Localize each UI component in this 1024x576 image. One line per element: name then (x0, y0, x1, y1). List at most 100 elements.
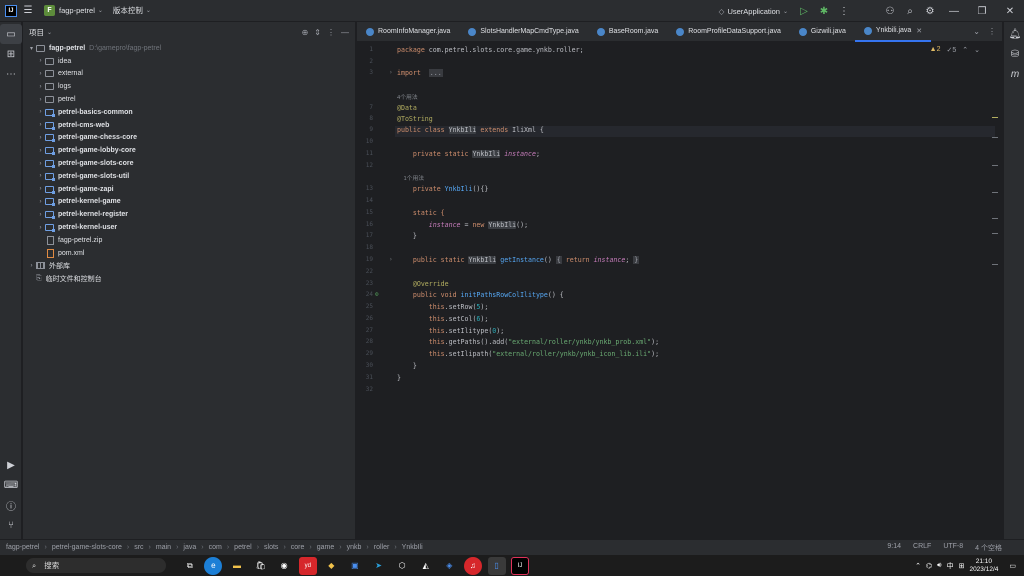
tree-item[interactable]: › idea (23, 55, 355, 68)
line-number[interactable]: 1 (357, 46, 373, 53)
netease-music-icon[interactable]: ♫ (463, 556, 482, 575)
breadcrumb-item[interactable]: petrel-game-slots-core (52, 544, 122, 551)
line-number[interactable]: 32 (357, 386, 373, 393)
line-number[interactable]: 2 (357, 58, 373, 65)
tree-item[interactable]: › logs (23, 80, 355, 93)
line-number[interactable]: 10 (357, 138, 373, 145)
language-indicator[interactable]: 中 (947, 561, 954, 571)
telegram-icon[interactable]: ➤ (370, 557, 388, 575)
more-tabs-icon[interactable]: ⋮ (988, 27, 996, 36)
breadcrumb-item[interactable]: com (209, 544, 222, 551)
network-icon[interactable]: ⌬ (926, 562, 932, 570)
editor-tab[interactable]: RoomProfileDataSupport.java (667, 22, 790, 42)
chevron-right-icon[interactable]: › (36, 135, 45, 141)
problems-icon[interactable]: ⓘ (0, 495, 22, 515)
chevron-down-icon[interactable]: ⌄ (973, 27, 980, 36)
tree-item[interactable]: › petrel-kernel-register (23, 208, 355, 221)
chevron-right-icon[interactable]: › (36, 109, 45, 115)
debug-icon[interactable]: ✱ (814, 0, 834, 22)
breadcrumb-item[interactable]: game (317, 544, 335, 551)
line-number[interactable]: 12 (357, 162, 373, 169)
line-number[interactable]: 9 (357, 126, 373, 133)
tree-item[interactable]: › external (23, 68, 355, 81)
task-view-icon[interactable]: ⧉ (181, 557, 199, 575)
breadcrumb-item[interactable]: petrel (234, 544, 252, 551)
fold-toggle-icon[interactable]: › (389, 69, 393, 76)
taskbar-search[interactable]: ⌕ 搜索 (26, 558, 166, 573)
tree-scratches[interactable]: ⎘ 临时文件和控制台 (23, 272, 355, 285)
line-number[interactable]: 3 (357, 69, 373, 76)
volume-icon[interactable]: 🔊︎ (937, 562, 941, 570)
line-number[interactable]: 25 (357, 303, 373, 310)
locate-icon[interactable]: ⊕ (302, 28, 309, 37)
line-number[interactable]: 26 (357, 315, 373, 322)
notifications-icon[interactable]: 🔔︎ (1004, 24, 1024, 44)
file-explorer-icon[interactable]: ▬ (228, 557, 246, 575)
more-tools-icon[interactable]: ⋯ (0, 64, 22, 84)
chevron-right-icon[interactable]: › (27, 263, 36, 269)
tree-item[interactable]: fagp-petrel.zip (23, 234, 355, 247)
line-number[interactable]: 15 (357, 209, 373, 216)
chevron-right-icon[interactable]: › (36, 84, 45, 90)
editor-tab[interactable]: Ynkbili.java ✕ (854, 22, 932, 42)
chevron-right-icon[interactable]: › (36, 199, 45, 205)
line-number[interactable]: 22 (357, 268, 373, 275)
project-panel-title[interactable]: 项目 (29, 27, 44, 38)
git-icon[interactable]: ⑂ (0, 515, 22, 535)
breadcrumb-item[interactable]: ynkb (347, 544, 362, 551)
line-number[interactable]: 30 (357, 362, 373, 369)
line-number[interactable]: 24 (357, 291, 373, 298)
intellij-logo-icon[interactable]: IJ (5, 4, 17, 17)
editor-tab[interactable]: RoomInfoManager.java (357, 22, 459, 42)
maximize-button[interactable]: ❐ (968, 0, 996, 22)
chevron-right-icon[interactable]: › (36, 71, 45, 77)
chevron-down-icon[interactable]: ⌄ (47, 29, 52, 36)
edge-icon[interactable]: e (204, 556, 223, 575)
indent-setting[interactable]: 4 个空格 (975, 543, 1002, 553)
terminal-icon[interactable]: ⌨ (0, 475, 22, 495)
chevron-right-icon[interactable]: › (36, 173, 45, 179)
main-menu-icon[interactable]: ☰ (17, 0, 39, 22)
tree-item[interactable]: › petrel-kernel-user (23, 221, 355, 234)
caret-position[interactable]: 9:14 (887, 543, 901, 553)
tree-item[interactable]: › petrel-game-chess-core (23, 132, 355, 145)
line-number[interactable]: 23 (357, 280, 373, 287)
tree-item[interactable]: › petrel-kernel-game (23, 196, 355, 209)
tree-item[interactable]: › petrel-game-lobby-core (23, 144, 355, 157)
line-number[interactable]: 29 (357, 350, 373, 357)
breadcrumb-item[interactable]: fagp-petrel (6, 544, 39, 551)
tree-item[interactable]: › petrel-game-slots-core (23, 157, 355, 170)
line-number[interactable]: 19 (357, 256, 373, 263)
line-number[interactable]: 31 (357, 374, 373, 381)
ime-icon[interactable]: ⊞ (959, 562, 965, 570)
search-icon[interactable]: ⌕ (900, 0, 920, 22)
tree-item[interactable]: › petrel-game-zapi (23, 183, 355, 196)
notification-center-icon[interactable]: ▭ (1009, 562, 1016, 570)
code-editor[interactable]: ▲2 ✓5 ⌃ ⌄ 1 package com.petrel.slots.core… (357, 42, 1002, 539)
maven-icon[interactable]: m (1004, 64, 1024, 84)
chevron-right-icon[interactable]: › (36, 97, 45, 103)
file-encoding[interactable]: UTF-8 (943, 543, 963, 553)
youdao-icon[interactable]: yd (298, 556, 317, 575)
tree-item[interactable]: › petrel-game-slots-util (23, 170, 355, 183)
project-tool-icon[interactable]: ▭ (0, 24, 22, 44)
app-icon-3[interactable]: ▣ (346, 557, 364, 575)
close-button[interactable]: ✕ (996, 0, 1024, 22)
chevron-right-icon[interactable]: › (36, 148, 45, 154)
line-number[interactable]: 16 (357, 221, 373, 228)
structure-tool-icon[interactable]: ⊞ (0, 44, 22, 64)
editor-tab[interactable]: BaseRoom.java (588, 22, 667, 42)
options-icon[interactable]: ⋮ (327, 28, 335, 37)
line-separator[interactable]: CRLF (913, 543, 931, 553)
breadcrumb-item[interactable]: core (291, 544, 305, 551)
fold-toggle-icon[interactable]: › (389, 256, 393, 263)
breadcrumb-item[interactable]: main (156, 544, 171, 551)
line-number[interactable]: 28 (357, 338, 373, 345)
unity-icon[interactable]: ◭ (417, 557, 435, 575)
line-number[interactable]: 11 (357, 150, 373, 157)
vcs-widget[interactable]: 版本控制 ⌄ (108, 5, 156, 16)
project-switcher[interactable]: F fagp-petrel ⌄ (39, 5, 108, 16)
close-tab-icon[interactable]: ✕ (916, 27, 922, 35)
line-number[interactable]: 8 (357, 115, 373, 122)
breadcrumb-item[interactable]: YnkbIli (402, 544, 423, 551)
